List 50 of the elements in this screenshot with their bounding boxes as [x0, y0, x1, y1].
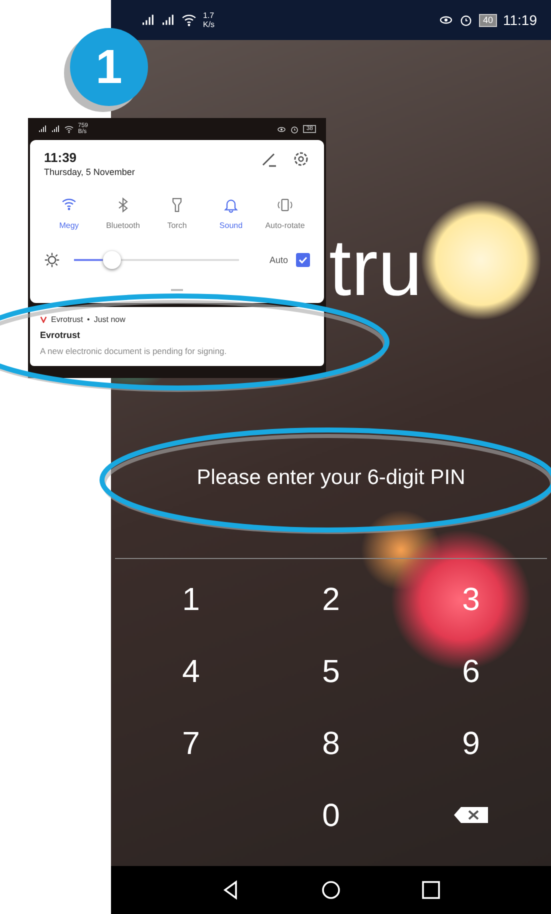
keypad-key[interactable]: 0	[301, 793, 361, 837]
notification-time: Just now	[94, 315, 126, 324]
notification-card[interactable]: Evrotrust • Just now Evrotrust A new electronic document is pending for signing.	[30, 307, 324, 366]
keypad-key[interactable]: 6	[441, 649, 501, 693]
signal-icon	[38, 125, 47, 133]
wifi-icon	[64, 124, 74, 134]
keypad-key[interactable]: 2	[301, 577, 361, 621]
signal-icon	[141, 14, 155, 26]
notification-title: Evrotrust	[40, 330, 82, 340]
quick-toggle[interactable]: Auto-rotate	[260, 197, 310, 230]
clock: 11:19	[503, 12, 537, 28]
brightness-slider-thumb[interactable]	[103, 250, 122, 269]
auto-brightness-checkbox[interactable]	[296, 252, 310, 267]
quick-toggle[interactable]: Bluetooth	[98, 197, 148, 230]
keypad-key[interactable]: 8	[301, 721, 361, 765]
quick-toggle[interactable]: Torch	[152, 197, 202, 230]
speed-unit: K/s	[203, 20, 215, 29]
network-speed: 1.7	[203, 11, 215, 20]
app-logo-icon	[40, 316, 47, 323]
settings-icon[interactable]	[292, 150, 310, 168]
alarm-clock-icon	[290, 124, 300, 134]
separator-dot: •	[87, 315, 90, 324]
signal-icon	[161, 14, 175, 26]
keypad-key[interactable]: 5	[301, 649, 361, 693]
keypad-key[interactable]: 7	[161, 721, 221, 765]
step-number-badge: 1	[70, 28, 148, 106]
home-icon[interactable]	[320, 879, 342, 901]
signal-icon	[51, 125, 60, 133]
quick-toggle[interactable]: Sound	[206, 197, 256, 230]
quick-toggle[interactable]: Megy	[44, 197, 94, 230]
keypad-key[interactable]: 4	[161, 649, 221, 693]
backspace-icon[interactable]	[453, 806, 489, 824]
drag-handle[interactable]	[171, 288, 183, 291]
app-name: Evrotrust	[51, 315, 84, 324]
notification-text: A new electronic document is pending for signing.	[40, 346, 228, 356]
brightness-icon	[44, 252, 60, 268]
date: Thursday, 5 November	[44, 167, 136, 177]
logo-text: tru	[329, 222, 422, 314]
eye-icon	[277, 124, 286, 134]
pin-prompt: Please enter your 6-digit PIN	[196, 466, 466, 490]
alarm-clock-icon	[458, 13, 473, 27]
bell-icon	[223, 197, 239, 214]
battery-level: 40	[478, 14, 497, 26]
keypad-key[interactable]: 9	[441, 721, 501, 765]
wifi-icon	[181, 13, 197, 27]
keypad-key[interactable]: 1	[161, 577, 221, 621]
clock: 11:39	[44, 150, 78, 165]
phone-rotate-icon	[277, 197, 293, 214]
auto-brightness-label: Auto	[269, 254, 288, 265]
recent-apps-icon[interactable]	[420, 879, 442, 901]
